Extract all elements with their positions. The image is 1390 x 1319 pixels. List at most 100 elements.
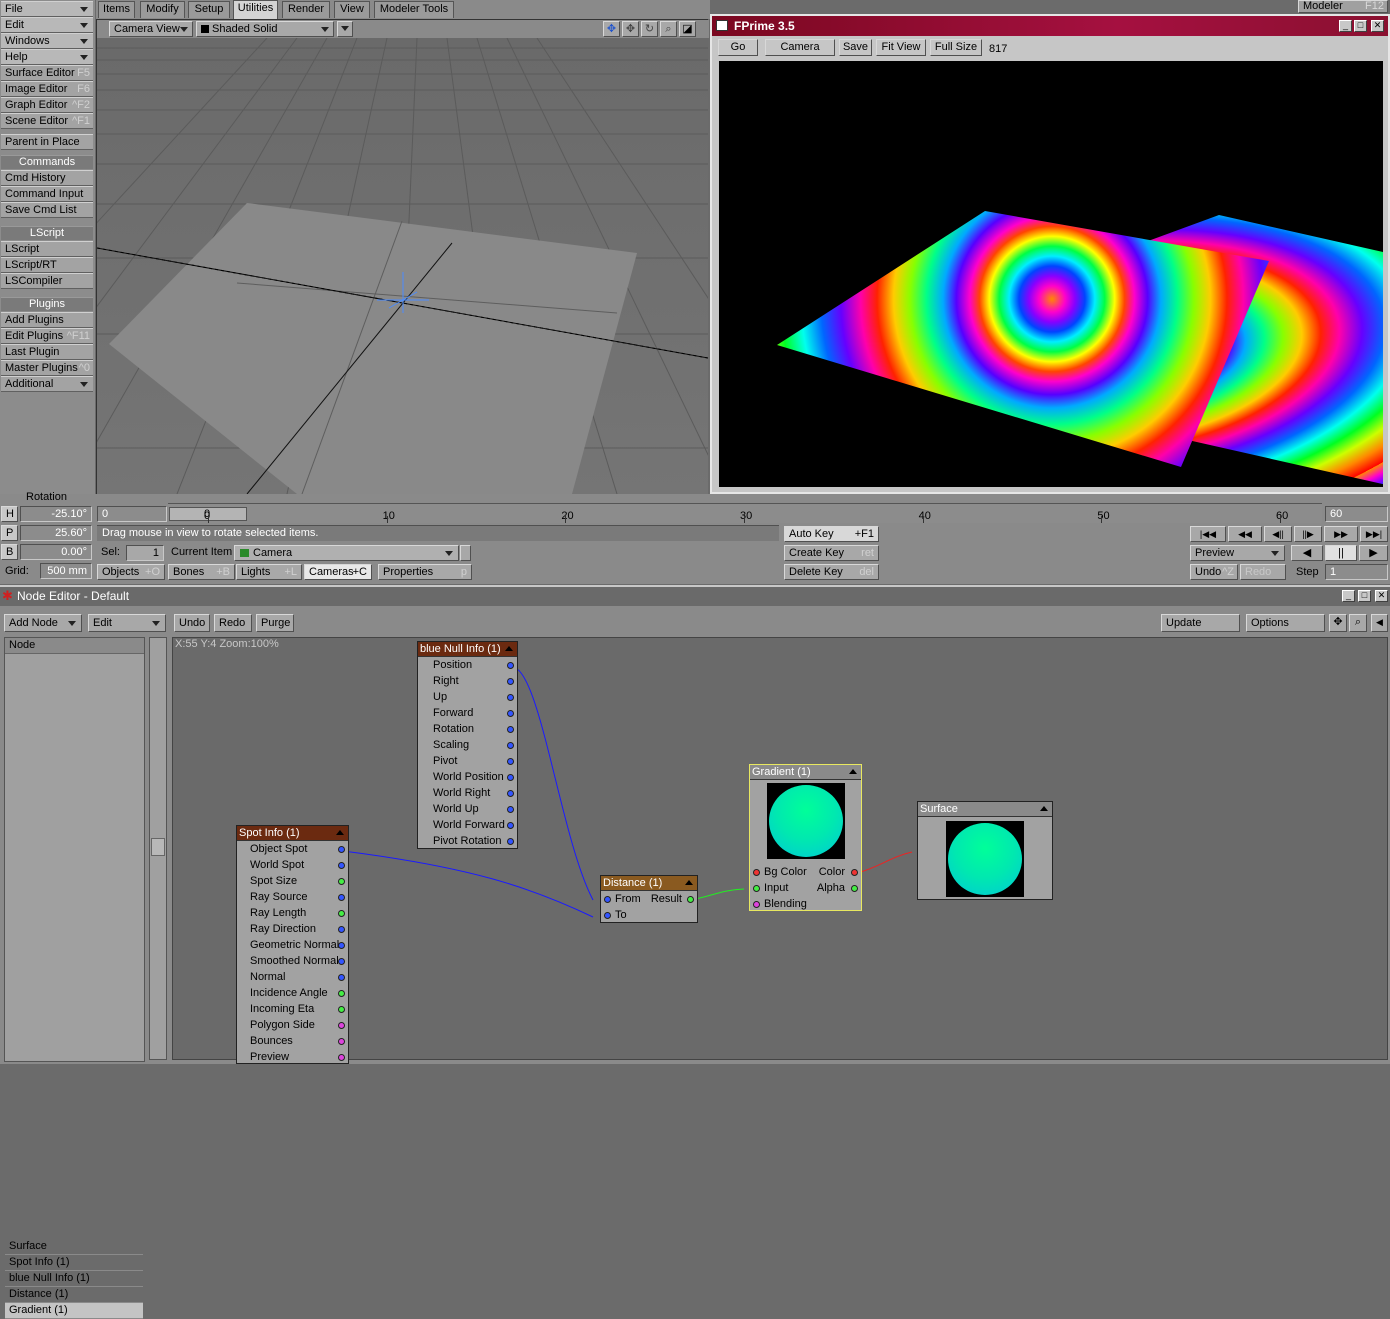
- tab-setup[interactable]: Setup: [188, 1, 230, 18]
- output-port[interactable]: [507, 710, 514, 717]
- properties-button[interactable]: Properties p: [378, 564, 472, 580]
- node-port-row[interactable]: Forward: [418, 705, 517, 721]
- output-port[interactable]: [338, 1054, 345, 1061]
- prev-key-icon[interactable]: ◀◀: [1228, 526, 1262, 542]
- node-port-row[interactable]: Polygon Side: [237, 1017, 348, 1033]
- input-port[interactable]: [753, 901, 760, 908]
- node-port-row[interactable]: Ray Direction: [237, 921, 348, 937]
- current-item-select[interactable]: Camera: [234, 545, 459, 561]
- node-port-bg-color[interactable]: Bg Color Color: [750, 864, 861, 880]
- node-port-row[interactable]: Preview: [237, 1049, 348, 1065]
- step-field[interactable]: 1: [1325, 564, 1388, 580]
- close-icon[interactable]: ✕: [1371, 20, 1384, 32]
- node-port-row[interactable]: Incoming Eta: [237, 1001, 348, 1017]
- h-axis-button[interactable]: H: [1, 506, 18, 522]
- tab-items[interactable]: Items: [98, 1, 135, 18]
- additional-menu[interactable]: Additional: [1, 376, 93, 392]
- node-header[interactable]: Distance (1): [601, 876, 697, 891]
- lscript-item[interactable]: LSCompiler: [1, 273, 93, 289]
- node-port-row[interactable]: World Right: [418, 785, 517, 801]
- maximize-view-icon[interactable]: ◪: [679, 21, 696, 37]
- node-port-blending[interactable]: Blending: [750, 896, 861, 912]
- node-port-row[interactable]: Spot Size: [237, 873, 348, 889]
- fprime-fit-view-button[interactable]: Fit View: [876, 39, 926, 56]
- output-port[interactable]: [338, 942, 345, 949]
- p-axis-button[interactable]: P: [1, 525, 18, 541]
- node-port-row[interactable]: Incidence Angle: [237, 985, 348, 1001]
- item-type-cameras[interactable]: Cameras +C: [304, 564, 372, 580]
- node-port-row[interactable]: Right: [418, 673, 517, 689]
- zoom-icon[interactable]: ⌕: [660, 21, 677, 37]
- editor-button-2[interactable]: Graph Editor ^F2: [1, 97, 93, 113]
- menu-file[interactable]: File: [1, 1, 93, 17]
- undo-button[interactable]: Undo ^Z: [1190, 564, 1238, 580]
- node-port-row[interactable]: Normal: [237, 969, 348, 985]
- node-port-row[interactable]: World Spot: [237, 857, 348, 873]
- node-header[interactable]: blue Null Info (1): [418, 642, 517, 657]
- menu-edit[interactable]: Edit: [1, 17, 93, 33]
- node-port-row[interactable]: World Forward: [418, 817, 517, 833]
- output-port[interactable]: [338, 910, 345, 917]
- node-header[interactable]: Gradient (1): [750, 765, 861, 780]
- output-port[interactable]: [851, 869, 858, 876]
- output-port[interactable]: [507, 806, 514, 813]
- editor-button-1[interactable]: Image Editor F6: [1, 81, 93, 97]
- output-port[interactable]: [507, 662, 514, 669]
- fprime-save-button[interactable]: Save: [839, 39, 872, 56]
- output-port[interactable]: [338, 878, 345, 885]
- output-port[interactable]: [851, 885, 858, 892]
- commands-item[interactable]: Save Cmd List: [1, 202, 93, 218]
- output-port[interactable]: [338, 1038, 345, 1045]
- fprime-camera-button[interactable]: Camera: [765, 39, 835, 56]
- spot-info-node[interactable]: Spot Info (1) Object Spot World Spot Spot …: [236, 825, 349, 1064]
- create-key-button[interactable]: Create Key ret: [784, 545, 879, 561]
- output-port[interactable]: [507, 774, 514, 781]
- grid-size-field[interactable]: 500 mm: [40, 563, 92, 579]
- plugins-item[interactable]: Last Plugin: [1, 344, 93, 360]
- input-port[interactable]: [753, 869, 760, 876]
- output-port[interactable]: [338, 1022, 345, 1029]
- output-port[interactable]: [507, 678, 514, 685]
- distance-node[interactable]: Distance (1) From Result To: [600, 875, 698, 923]
- tab-render[interactable]: Render: [282, 1, 330, 18]
- editor-button-3[interactable]: Scene Editor ^F1: [1, 113, 93, 129]
- node-list-item[interactable]: Surface: [5, 1239, 143, 1255]
- next-frame-icon[interactable]: ||▶: [1294, 526, 1322, 542]
- editor-button-0[interactable]: Surface Editor F5: [1, 65, 93, 81]
- bank-field[interactable]: 0.00°: [20, 544, 92, 560]
- heading-field[interactable]: -25.10°: [20, 506, 92, 522]
- parent-in-place-button[interactable]: Parent in Place: [1, 134, 93, 150]
- plugins-item[interactable]: Edit Plugins ^F11: [1, 328, 93, 344]
- output-port[interactable]: [338, 926, 345, 933]
- collapse-icon[interactable]: [1040, 806, 1048, 811]
- preview-select[interactable]: Preview: [1190, 545, 1285, 561]
- plugins-item[interactable]: Master Plugins ^0: [1, 360, 93, 376]
- node-port-row[interactable]: World Position: [418, 769, 517, 785]
- output-port[interactable]: [338, 990, 345, 997]
- viewport[interactable]: Camera View Shaded Solid ✥ ✥ ↻ ⌕ ◪: [96, 19, 709, 494]
- modeler-button[interactable]: Modeler F12: [1298, 0, 1388, 13]
- item-type-objects[interactable]: Objects +O: [97, 564, 165, 580]
- node-port-row[interactable]: Object Spot: [237, 841, 348, 857]
- fprime-go-button[interactable]: Go: [718, 39, 758, 56]
- fprime-full-size-button[interactable]: Full Size: [930, 39, 982, 56]
- output-port[interactable]: [507, 742, 514, 749]
- lscript-item[interactable]: LScript: [1, 241, 93, 257]
- input-port[interactable]: [604, 896, 611, 903]
- node-port-row[interactable]: Geometric Normal: [237, 937, 348, 953]
- timeline-end-field[interactable]: 60: [1325, 506, 1388, 522]
- node-port-row[interactable]: Smoothed Normal: [237, 953, 348, 969]
- tab-modify[interactable]: Modify: [140, 1, 185, 18]
- node-port-row[interactable]: Pivot Rotation: [418, 833, 517, 849]
- tab-modeler-tools[interactable]: Modeler Tools: [374, 1, 454, 18]
- output-port[interactable]: [507, 838, 514, 845]
- play-icon[interactable]: ▶: [1359, 545, 1388, 561]
- commands-item[interactable]: Cmd History: [1, 170, 93, 186]
- b-axis-button[interactable]: B: [1, 544, 18, 560]
- pause-icon[interactable]: ||: [1325, 545, 1357, 561]
- auto-key-button[interactable]: Auto Key +F1: [784, 526, 879, 542]
- node-port-row[interactable]: Ray Length: [237, 905, 348, 921]
- item-lock-button[interactable]: [460, 545, 471, 561]
- tab-view[interactable]: View: [334, 1, 370, 18]
- output-port[interactable]: [507, 790, 514, 797]
